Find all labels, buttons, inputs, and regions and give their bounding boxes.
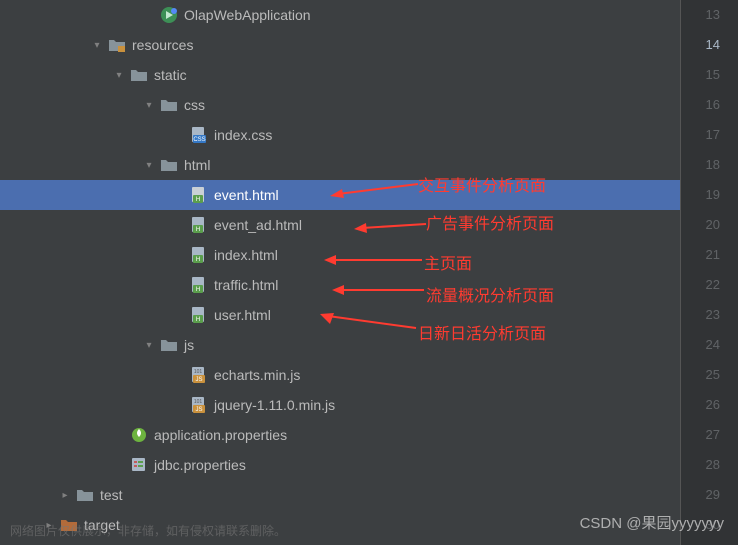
line-number: 27 [681,420,720,450]
watermark-text: 网络图片仅供展示，非存储，如有侵权请联系删除。 [10,522,286,539]
resources-folder-icon [108,36,126,54]
line-number: 18 [681,150,720,180]
spring-config-icon [130,426,148,444]
tree-item-event-html[interactable]: H event.html [0,180,680,210]
tree-item-label: index.html [214,247,278,263]
tree-item-label: index.css [214,127,272,143]
svg-text:101: 101 [194,399,203,405]
line-number: 17 [681,120,720,150]
tree-item-js-folder[interactable]: js [0,330,680,360]
tree-item-label: event_ad.html [214,217,302,233]
properties-file-icon [130,456,148,474]
tree-item-resources[interactable]: resources [0,30,680,60]
chevron-down-icon[interactable] [142,340,156,351]
chevron-down-icon[interactable] [142,160,156,171]
line-number: 14 [681,30,720,60]
chevron-right-icon[interactable] [58,490,72,501]
tree-item-label: OlapWebApplication [184,7,311,23]
html-file-icon: H [190,186,208,204]
tree-item-label: user.html [214,307,271,323]
html-file-icon: H [190,216,208,234]
tree-item-application-properties[interactable]: application.properties [0,420,680,450]
tree-item-label: resources [132,37,193,53]
svg-text:JS: JS [195,407,202,413]
line-number: 21 [681,240,720,270]
tree-item-echarts-js[interactable]: 101 JS echarts.min.js [0,360,680,390]
chevron-down-icon[interactable] [112,70,126,81]
svg-text:H: H [196,287,200,293]
line-number-gutter: 13 14 15 16 17 18 19 20 21 22 23 24 25 2… [680,0,738,545]
line-number: 24 [681,330,720,360]
tree-item-static[interactable]: static [0,60,680,90]
svg-text:JS: JS [195,377,202,383]
tree-item-label: jquery-1.11.0.min.js [214,397,335,413]
tree-item-index-css[interactable]: CSS index.css [0,120,680,150]
chevron-down-icon[interactable] [142,100,156,111]
tree-item-event-ad-html[interactable]: H event_ad.html [0,210,680,240]
line-number: 26 [681,390,720,420]
watermark-csdn: CSDN @果园yyyyyyy [580,512,724,533]
svg-text:H: H [196,257,200,263]
tree-item-css[interactable]: css [0,90,680,120]
svg-text:H: H [196,227,200,233]
svg-text:CSS: CSS [193,137,205,143]
tree-item-jdbc-properties[interactable]: jdbc.properties [0,450,680,480]
js-file-icon: 101 JS [190,366,208,384]
svg-text:H: H [196,317,200,323]
line-number: 22 [681,270,720,300]
tree-item-label: application.properties [154,427,287,443]
tree-item-traffic-html[interactable]: H traffic.html [0,270,680,300]
html-file-icon: H [190,246,208,264]
html-file-icon: H [190,306,208,324]
folder-icon [160,336,178,354]
line-number: 20 [681,210,720,240]
chevron-down-icon[interactable] [90,40,104,51]
tree-item-user-html[interactable]: H user.html [0,300,680,330]
tree-item-label: js [184,337,194,353]
css-file-icon: CSS [190,126,208,144]
tree-item-index-html[interactable]: H index.html [0,240,680,270]
tree-item-html-folder[interactable]: html [0,150,680,180]
project-tree: OlapWebApplication resources static css [0,0,680,545]
folder-icon [130,66,148,84]
line-number: 25 [681,360,720,390]
line-number: 28 [681,450,720,480]
tree-item-label: static [154,67,187,83]
line-number: 29 [681,480,720,510]
svg-text:H: H [196,197,200,203]
line-number: 15 [681,60,720,90]
tree-item-label: traffic.html [214,277,278,293]
tree-item-olapwebapplication[interactable]: OlapWebApplication [0,0,680,30]
folder-icon [160,96,178,114]
class-run-icon [160,6,178,24]
tree-item-label: css [184,97,205,113]
line-number: 16 [681,90,720,120]
line-number: 19 [681,180,720,210]
line-number: 23 [681,300,720,330]
line-number: 13 [681,0,720,30]
tree-item-label: event.html [214,187,279,203]
tree-item-label: jdbc.properties [154,457,246,473]
folder-icon [76,486,94,504]
tree-item-label: test [100,487,123,503]
html-file-icon: H [190,276,208,294]
tree-item-label: echarts.min.js [214,367,300,383]
folder-icon [160,156,178,174]
svg-text:101: 101 [194,369,203,375]
tree-item-jquery-js[interactable]: 101 JS jquery-1.11.0.min.js [0,390,680,420]
tree-item-label: html [184,157,210,173]
tree-item-test[interactable]: test [0,480,680,510]
js-file-icon: 101 JS [190,396,208,414]
